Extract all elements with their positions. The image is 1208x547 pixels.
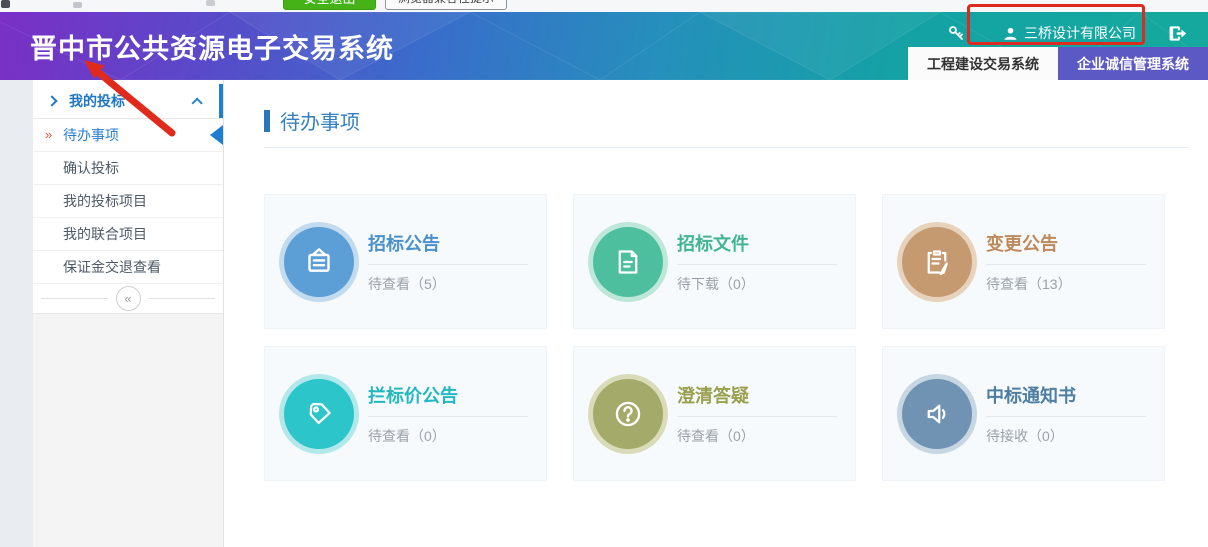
- sidebar-item-label: 保证金交退查看: [63, 257, 161, 277]
- card-separator: [986, 416, 1146, 417]
- browser-tip-button[interactable]: 浏览器兼容性提示: [385, 0, 507, 10]
- card-separator: [368, 416, 528, 417]
- chevron-right-icon: [46, 95, 57, 106]
- browser-fragment: [73, 2, 82, 8]
- divider: [149, 298, 216, 299]
- left-rail: [0, 80, 33, 547]
- main-content: 待办事项 招标公告 待查看（5）: [224, 80, 1208, 547]
- sidebar-item-label: 确认投标: [63, 158, 119, 178]
- user-icon: [1003, 26, 1018, 41]
- active-item-marker: »: [45, 130, 52, 140]
- page-title-underline: 待办事项: [264, 106, 1190, 148]
- card-separator: [986, 264, 1146, 265]
- sidebar-empty-area: [33, 313, 223, 547]
- card-title: 中标通知书: [986, 382, 1146, 408]
- card-award-notice[interactable]: 中标通知书 待接收（0）: [882, 346, 1165, 481]
- key-icon[interactable]: [943, 20, 969, 46]
- sidebar: 我的投标 » 待办事项 确认投标 我的投标项目 我的联合项目 保证金交退查看 «: [33, 80, 224, 547]
- card-text: 招标公告 待查看（5）: [368, 230, 528, 294]
- sidebar-item-my-joint-projects[interactable]: 我的联合项目: [33, 218, 223, 251]
- title-accent-bar: [264, 110, 270, 132]
- document-icon: [593, 227, 663, 297]
- card-status: 待下载（0）: [677, 274, 837, 294]
- card-text: 招标文件 待下载（0）: [677, 230, 837, 294]
- card-bid-documents[interactable]: 招标文件 待下载（0）: [573, 194, 856, 329]
- card-separator: [677, 264, 837, 265]
- card-title: 变更公告: [986, 230, 1146, 256]
- tab-construction-trading[interactable]: 工程建设交易系统: [908, 47, 1058, 80]
- logout-icon[interactable]: [1164, 20, 1190, 46]
- sidebar-group-label: 我的投标: [69, 91, 125, 111]
- card-price-limit-announcement[interactable]: 拦标价公告 待查看（0）: [264, 346, 547, 481]
- browser-top-strip: 安全退出 浏览器兼容性提示: [0, 0, 1208, 12]
- card-clarification-qa[interactable]: 澄清答疑 待查看（0）: [573, 346, 856, 481]
- card-title: 招标公告: [368, 230, 528, 256]
- system-tabs: 工程建设交易系统 企业诚信管理系统: [908, 47, 1208, 80]
- question-icon: [593, 379, 663, 449]
- sidebar-item-deposit-check[interactable]: 保证金交退查看: [33, 251, 223, 284]
- sidebar-collapse-row: «: [33, 284, 223, 313]
- browser-fragment: [1, 0, 10, 8]
- todo-cards-grid: 招标公告 待查看（5） 招标文件 待下载（0）: [264, 194, 1190, 481]
- header-user-row: 三桥设计有限公司: [943, 20, 1190, 46]
- card-separator: [677, 416, 837, 417]
- sidebar-item-label: 待办事项: [63, 125, 119, 145]
- browser-fragment: [206, 0, 215, 6]
- card-bid-announcement[interactable]: 招标公告 待查看（5）: [264, 194, 547, 329]
- sidebar-group-my-bids[interactable]: 我的投标: [33, 84, 223, 119]
- tab-enterprise-credit[interactable]: 企业诚信管理系统: [1058, 47, 1208, 80]
- card-title: 澄清答疑: [677, 382, 837, 408]
- divider: [41, 298, 108, 299]
- card-change-announcement[interactable]: 变更公告 待查看（13）: [882, 194, 1165, 329]
- card-status: 待查看（0）: [677, 426, 837, 446]
- card-text: 澄清答疑 待查看（0）: [677, 382, 837, 446]
- page-body: 我的投标 » 待办事项 确认投标 我的投标项目 我的联合项目 保证金交退查看 «: [0, 80, 1208, 547]
- card-status: 待查看（0）: [368, 426, 528, 446]
- company-name: 三桥设计有限公司: [1024, 23, 1136, 43]
- announcement-icon: [284, 227, 354, 297]
- sidebar-menu: » 待办事项 确认投标 我的投标项目 我的联合项目 保证金交退查看: [33, 119, 223, 284]
- price-tag-icon: [284, 379, 354, 449]
- page-title-text: 待办事项: [280, 106, 360, 135]
- page-title: 待办事项: [264, 106, 1190, 135]
- card-title: 拦标价公告: [368, 382, 528, 408]
- sidebar-item-todo[interactable]: » 待办事项: [33, 119, 223, 152]
- card-status: 待查看（13）: [986, 274, 1146, 294]
- sidebar-item-my-bid-projects[interactable]: 我的投标项目: [33, 185, 223, 218]
- card-text: 变更公告 待查看（13）: [986, 230, 1146, 294]
- sidebar-item-label: 我的投标项目: [63, 191, 147, 211]
- card-status: 待查看（5）: [368, 274, 528, 294]
- app-title: 晋中市公共资源电子交易系统: [30, 27, 394, 66]
- card-status: 待接收（0）: [986, 426, 1146, 446]
- safe-exit-button[interactable]: 安全退出: [283, 0, 376, 10]
- current-user-chip[interactable]: 三桥设计有限公司: [1003, 23, 1136, 43]
- sidebar-item-label: 我的联合项目: [63, 224, 147, 244]
- card-text: 中标通知书 待接收（0）: [986, 382, 1146, 446]
- clipboard-edit-icon: [902, 227, 972, 297]
- card-separator: [368, 264, 528, 265]
- chevron-up-icon[interactable]: [191, 97, 202, 108]
- sidebar-item-confirm-bid[interactable]: 确认投标: [33, 152, 223, 185]
- card-text: 拦标价公告 待查看（0）: [368, 382, 528, 446]
- card-title: 招标文件: [677, 230, 837, 256]
- sidebar-collapse-button[interactable]: «: [116, 286, 141, 311]
- app-header: 晋中市公共资源电子交易系统 三桥设计有限公司 工程建设交易系统 企业诚信管理系统: [0, 12, 1208, 80]
- speaker-icon: [902, 379, 972, 449]
